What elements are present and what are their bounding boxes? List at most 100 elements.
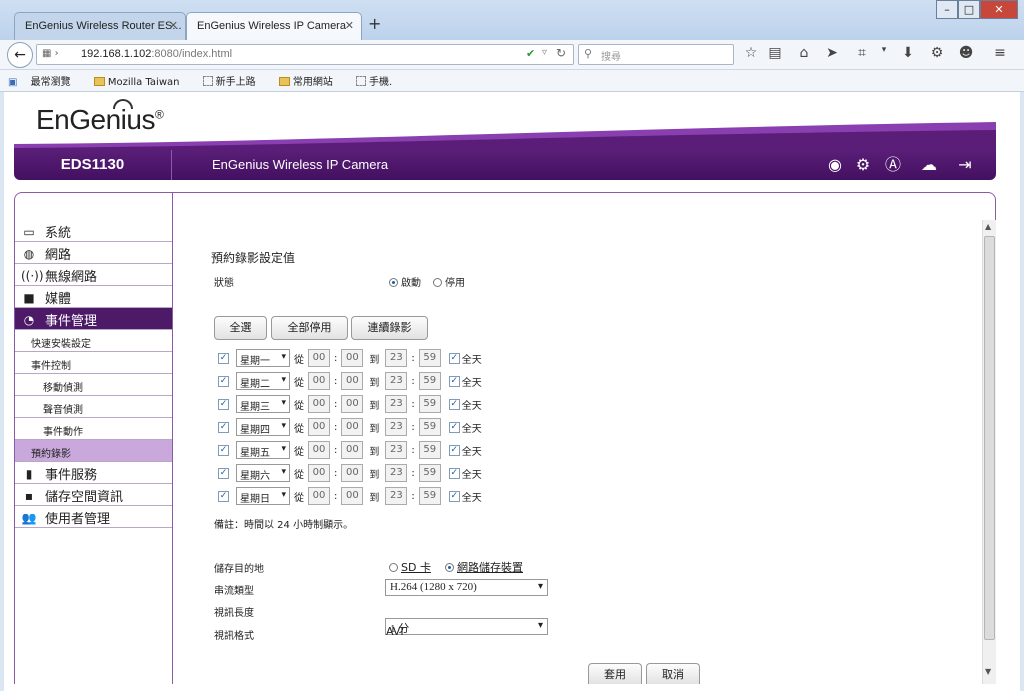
start-hour-input[interactable]: 00 (308, 395, 330, 413)
bookmark-mobile[interactable]: 手機. (356, 76, 402, 88)
scrollbar-thumb[interactable] (984, 236, 995, 640)
all-day-checkbox[interactable]: ✓ (448, 398, 460, 410)
day-select[interactable]: 星期三 (236, 395, 290, 413)
cancel-button[interactable]: 取消 (646, 663, 700, 684)
end-hour-input[interactable]: 23 (385, 441, 408, 459)
hamburger-menu-icon[interactable]: ≡ (990, 45, 1010, 61)
maximize-icon[interactable]: □ (958, 0, 980, 19)
sidebar-sub-motion-detection[interactable]: 移動偵測 (15, 374, 172, 396)
scroll-down-icon[interactable]: ▼ (985, 667, 991, 676)
day-enable-checkbox[interactable]: ✓ (218, 421, 229, 433)
reload-icon[interactable]: ↻ (556, 46, 566, 60)
admin-icon[interactable]: Ⓐ (882, 154, 904, 176)
day-select[interactable]: 星期五 (236, 441, 290, 459)
all-day-checkbox[interactable]: ✓ (448, 490, 460, 502)
back-icon[interactable]: ← (7, 42, 33, 68)
sidebar-item-event-service[interactable]: ▮ 事件服務 (15, 462, 172, 484)
close-tab-icon[interactable]: ✕ (169, 19, 178, 32)
start-hour-input[interactable]: 00 (308, 487, 330, 505)
minimize-icon[interactable]: – (936, 0, 958, 19)
crop-icon[interactable]: ⌗ (852, 45, 872, 61)
tab-router[interactable]: EnGenius Wireless Router ES... ✕ (14, 12, 186, 40)
continuous-recording-button[interactable]: 連續錄影 (351, 316, 428, 340)
end-minute-input[interactable]: 59 (418, 372, 441, 390)
day-enable-checkbox[interactable]: ✓ (218, 490, 229, 502)
status-enable-radio[interactable]: 啟動 (389, 274, 421, 289)
end-minute-input[interactable]: 59 (418, 487, 441, 505)
tab-camera[interactable]: EnGenius Wireless IP Camera ✕ (186, 12, 362, 40)
select-all-button[interactable]: 全選 (214, 316, 267, 340)
sidebar-item-network[interactable]: ◍ 網路 (15, 242, 172, 264)
end-minute-input[interactable]: 59 (418, 464, 441, 482)
start-minute-input[interactable]: 00 (341, 418, 364, 436)
start-minute-input[interactable]: 00 (341, 487, 364, 505)
stream-type-select[interactable]: H.264 (1280 x 720) (385, 579, 548, 596)
sidebar-sub-schedule-recording[interactable]: 預約錄影 (15, 440, 172, 462)
settings-icon[interactable]: ⚙ (927, 45, 947, 61)
day-enable-checkbox[interactable]: ✓ (218, 444, 229, 456)
bookmark-common-sites[interactable]: 常用網站 (278, 77, 343, 88)
search-input[interactable]: 搜尋 (578, 44, 734, 65)
day-enable-checkbox[interactable]: ✓ (218, 375, 229, 387)
day-enable-checkbox[interactable]: ✓ (218, 352, 229, 364)
dropdown-icon[interactable]: ▿ (542, 47, 547, 58)
bookmark-getting-started[interactable]: 新手上路 (202, 76, 266, 88)
close-tab-icon[interactable]: ✕ (345, 19, 354, 32)
settings-gear-icon[interactable]: ⚙ (852, 154, 874, 176)
video-length-select[interactable]: 1 分 (385, 618, 548, 635)
sidebar-item-wireless[interactable]: ((·)) 無線網路 (15, 264, 172, 286)
sidebar-sub-quick-setup[interactable]: 快速安裝設定 (15, 330, 172, 352)
menu-arrow-icon[interactable]: ▾ (874, 45, 894, 55)
end-minute-input[interactable]: 59 (418, 441, 441, 459)
end-hour-input[interactable]: 23 (385, 395, 408, 413)
bookmark-most-visited[interactable]: ▣ 最常瀏覽 (8, 77, 81, 88)
end-hour-input[interactable]: 23 (385, 487, 408, 505)
all-day-checkbox[interactable]: ✓ (448, 444, 460, 456)
url-bar[interactable]: 192.168.1.102:8080/index.html (36, 44, 574, 65)
day-select[interactable]: 星期六 (236, 464, 290, 482)
cloud-download-icon[interactable]: ☁ (914, 154, 944, 176)
bookmark-star-icon[interactable]: ☆ (741, 45, 761, 61)
day-select[interactable]: 星期日 (236, 487, 290, 505)
apply-button[interactable]: 套用 (588, 663, 642, 684)
download-icon[interactable]: ⬇ (898, 45, 918, 61)
all-day-checkbox[interactable]: ✓ (448, 467, 460, 479)
end-minute-input[interactable]: 59 (418, 418, 441, 436)
live-view-icon[interactable]: ◉ (824, 154, 846, 176)
sidebar-item-user-management[interactable]: 👥 使用者管理 (15, 506, 172, 528)
home-icon[interactable]: ⌂ (794, 45, 814, 61)
close-window-icon[interactable]: ✕ (980, 0, 1018, 19)
all-day-checkbox[interactable]: ✓ (448, 375, 460, 387)
day-select[interactable]: 星期二 (236, 372, 290, 390)
logout-icon[interactable]: ⇥ (954, 154, 976, 176)
nas-radio[interactable]: 網路儲存裝置 (445, 559, 523, 575)
scroll-up-icon[interactable]: ▲ (985, 222, 991, 231)
sd-card-radio[interactable]: SD 卡 (389, 559, 431, 575)
end-hour-input[interactable]: 23 (385, 372, 408, 390)
sidebar-sub-event-action[interactable]: 事件動作 (15, 418, 172, 440)
disable-all-button[interactable]: 全部停用 (271, 316, 348, 340)
end-minute-input[interactable]: 59 (418, 395, 441, 413)
end-hour-input[interactable]: 23 (385, 464, 408, 482)
day-enable-checkbox[interactable]: ✓ (218, 467, 229, 479)
bookmark-mozilla[interactable]: Mozilla Taiwan (93, 77, 190, 88)
start-hour-input[interactable]: 00 (308, 372, 330, 390)
status-disable-radio[interactable]: 停用 (433, 274, 465, 289)
send-icon[interactable]: ➤ (822, 45, 842, 61)
start-hour-input[interactable]: 00 (308, 464, 330, 482)
end-minute-input[interactable]: 59 (418, 349, 441, 367)
sidebar-item-system[interactable]: ▭ 系統 (15, 220, 172, 242)
all-day-checkbox[interactable]: ✓ (448, 421, 460, 433)
sidebar-item-storage-info[interactable]: ▪ 儲存空間資訊 (15, 484, 172, 506)
new-tab-icon[interactable]: + (368, 14, 381, 33)
sidebar-sub-sound-detection[interactable]: 聲音偵測 (15, 396, 172, 418)
page-info-icon[interactable]: ▦ › (42, 48, 59, 59)
day-enable-checkbox[interactable]: ✓ (218, 398, 229, 410)
all-day-checkbox[interactable]: ✓ (448, 352, 460, 364)
sidebar-sub-event-control[interactable]: 事件控制 (15, 352, 172, 374)
start-minute-input[interactable]: 00 (341, 372, 364, 390)
start-hour-input[interactable]: 00 (308, 441, 330, 459)
end-hour-input[interactable]: 23 (385, 349, 408, 367)
chat-icon[interactable]: ☻ (956, 45, 976, 61)
start-minute-input[interactable]: 00 (341, 395, 364, 413)
